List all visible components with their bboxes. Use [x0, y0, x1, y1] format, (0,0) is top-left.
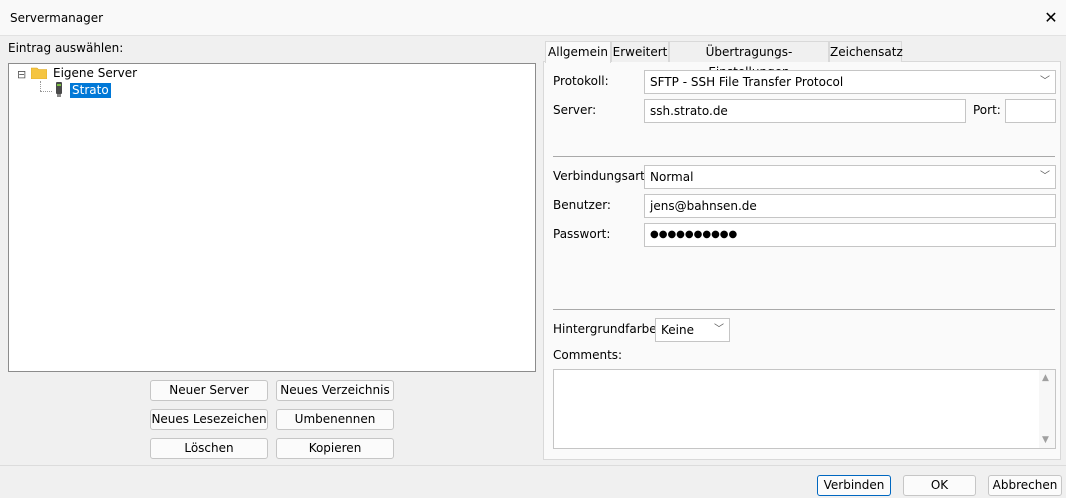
separator: [553, 309, 1055, 310]
separator: [553, 156, 1055, 157]
rename-button[interactable]: Umbenennen: [276, 409, 394, 430]
chevron-down-icon: ﹀: [1040, 76, 1050, 87]
password-input[interactable]: ●●●●●●●●●●: [644, 223, 1056, 247]
delete-button[interactable]: Löschen: [150, 438, 268, 459]
cancel-button[interactable]: Abbrechen: [988, 475, 1062, 496]
ok-button[interactable]: OK: [903, 475, 976, 496]
select-entry-label: Eintrag auswählen:: [8, 41, 124, 55]
tree-item-strato[interactable]: Strato: [70, 83, 111, 98]
server-tree[interactable]: ⊟ Eigene Server Strato: [8, 63, 536, 372]
server-icon: [55, 82, 63, 98]
port-label: Port:: [973, 103, 1001, 117]
connect-button[interactable]: Verbinden: [817, 475, 891, 496]
title-bar: [0, 0, 1066, 36]
folder-icon: [30, 67, 48, 80]
footer-divider: [0, 465, 1066, 466]
logon-type-value: Normal: [650, 170, 694, 184]
window-title: Servermanager: [10, 11, 104, 25]
logon-type-select[interactable]: Normal ﹀: [644, 165, 1056, 189]
server-label: Server:: [553, 103, 597, 117]
port-input[interactable]: [1005, 99, 1056, 123]
protocol-select[interactable]: SFTP - SSH File Transfer Protocol ﹀: [644, 70, 1056, 94]
user-label: Benutzer:: [553, 198, 611, 212]
tree-line: [40, 91, 52, 93]
comments-textarea[interactable]: ▲ ▼: [553, 369, 1056, 449]
tree-line: [40, 81, 42, 91]
new-bookmark-button[interactable]: Neues Lesezeichen: [150, 409, 268, 430]
user-input[interactable]: jens@bahnsen.de: [644, 194, 1056, 218]
chevron-down-icon: ﹀: [714, 324, 724, 335]
background-color-select[interactable]: Keine ﹀: [655, 318, 730, 342]
password-label: Passwort:: [553, 227, 611, 241]
new-folder-button[interactable]: Neues Verzeichnis: [276, 380, 394, 401]
tab-general[interactable]: Allgemein: [545, 41, 611, 63]
tree-item-eigene-server[interactable]: Eigene Server: [53, 66, 137, 80]
tab-charset[interactable]: Zeichensatz: [829, 41, 903, 62]
copy-button[interactable]: Kopieren: [276, 438, 394, 459]
background-color-value: Keine: [661, 323, 694, 337]
close-icon[interactable]: ✕: [1036, 3, 1066, 33]
comments-scrollbar[interactable]: ▲ ▼: [1039, 370, 1055, 448]
scroll-down-icon[interactable]: ▼: [1042, 435, 1049, 445]
protocol-label: Protokoll:: [553, 74, 609, 88]
server-input[interactable]: ssh.strato.de: [644, 99, 966, 123]
background-color-label: Hintergrundfarbe:: [553, 322, 661, 336]
scroll-up-icon[interactable]: ▲: [1042, 373, 1049, 383]
tab-transfer-settings[interactable]: Übertragungs-Einstellungen: [669, 41, 829, 79]
tree-collapse-icon[interactable]: ⊟: [17, 68, 26, 81]
chevron-down-icon: ﹀: [1040, 171, 1050, 182]
new-server-button[interactable]: Neuer Server: [150, 380, 268, 401]
comments-label: Comments:: [553, 348, 623, 362]
tab-advanced[interactable]: Erweitert: [611, 41, 669, 62]
logon-type-label: Verbindungsart:: [553, 169, 649, 183]
protocol-value: SFTP - SSH File Transfer Protocol: [650, 75, 844, 89]
